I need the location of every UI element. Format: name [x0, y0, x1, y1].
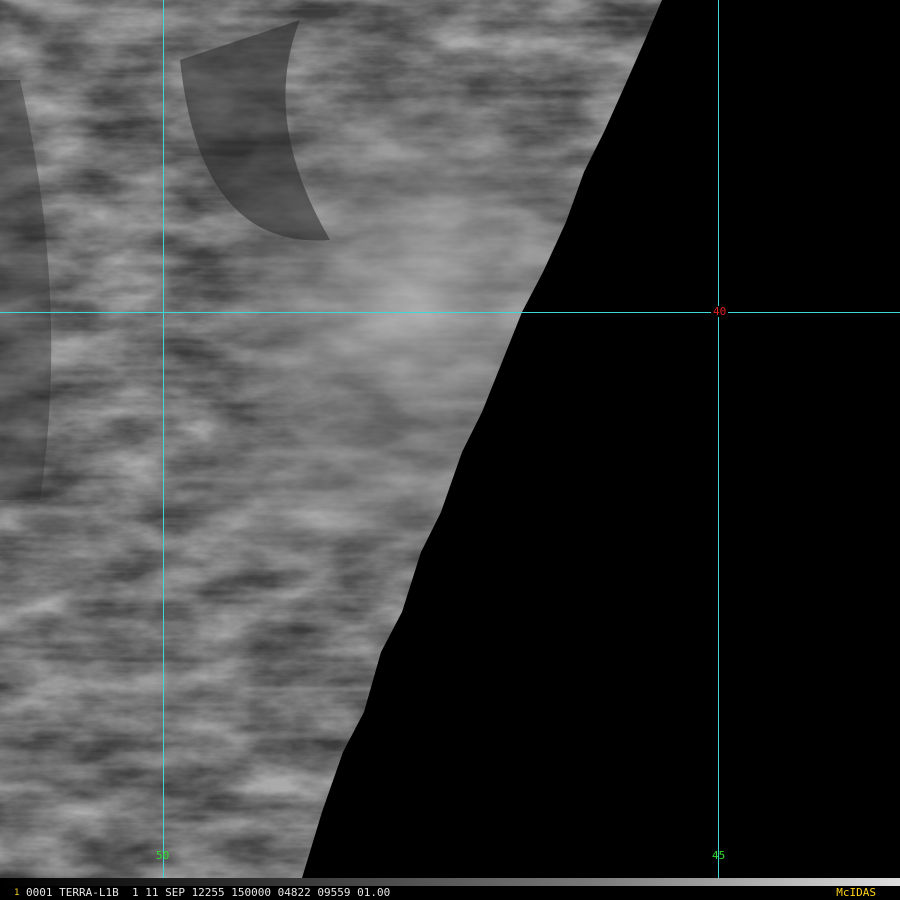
- longitude-line-east: [718, 0, 719, 886]
- frame-number: 1: [14, 888, 20, 898]
- mcidas-brand: McIDAS: [836, 886, 876, 899]
- longitude-label-west: 50: [156, 849, 170, 862]
- latitude-label: 40: [711, 305, 729, 318]
- status-bar: 1 0001 TERRA-L1B 1 11 SEP 12255 150000 0…: [0, 886, 900, 900]
- latitude-line: [0, 312, 900, 313]
- satellite-viewport: 40 50 45 1 0001 TERRA-L1B 1 11 SEP 12255…: [0, 0, 900, 900]
- longitude-label-east: 45: [712, 849, 726, 862]
- color-scale-bar: [0, 878, 900, 886]
- image-metadata-text: 0001 TERRA-L1B 1 11 SEP 12255 150000 048…: [26, 886, 391, 899]
- satellite-image: [0, 0, 900, 900]
- longitude-line-west: [163, 0, 164, 886]
